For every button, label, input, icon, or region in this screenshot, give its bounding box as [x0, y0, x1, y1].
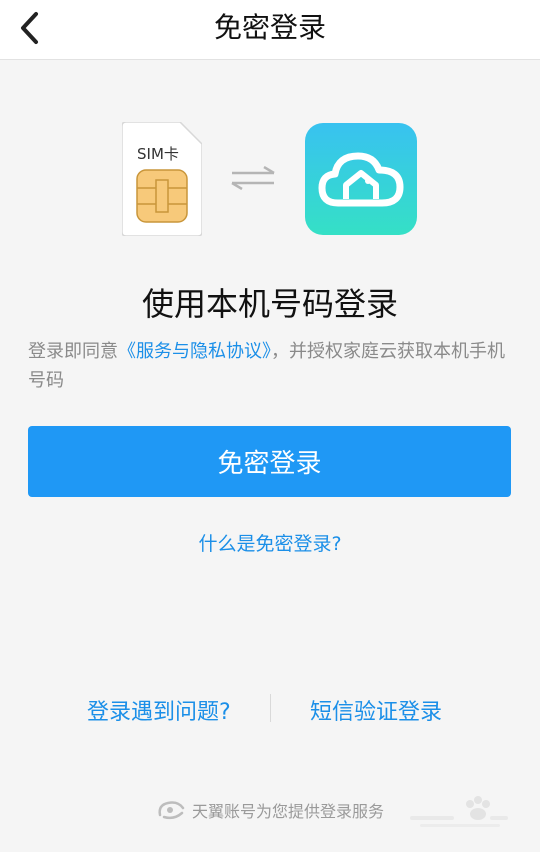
sms-login-link[interactable]: 短信验证登录 [310, 694, 442, 726]
swap-arrows-icon [230, 165, 276, 191]
bottom-links: 登录遇到问题? 短信验证登录 [0, 690, 540, 730]
one-click-login-button[interactable]: 免密登录 [28, 426, 511, 497]
footer-text: 天翼账号为您提供登录服务 [191, 802, 384, 821]
sim-label: SIM卡 [137, 145, 179, 163]
app-logo [305, 123, 417, 235]
main-title: 使用本机号码登录 [141, 285, 398, 323]
divider [270, 694, 271, 722]
what-is-login-link[interactable]: 什么是免密登录? [0, 529, 540, 556]
watermark-logo [410, 792, 510, 832]
agreement-text: 登录即同意《服务与隐私协议》，并授权家庭云获取本机手机号码 [28, 337, 512, 395]
tianyi-logo-icon [158, 801, 185, 820]
cloud-home-icon [318, 152, 404, 207]
header-bar: 免密登录 [0, 0, 540, 60]
page-title: 免密登录 [213, 11, 326, 44]
login-problem-link[interactable]: 登录遇到问题? [87, 694, 231, 726]
sim-card-icon: SIM卡 [121, 121, 203, 237]
agreement-prefix: 登录即同意 [28, 341, 118, 362]
privacy-agreement-link[interactable]: 《服务与隐私协议》 [118, 341, 271, 362]
